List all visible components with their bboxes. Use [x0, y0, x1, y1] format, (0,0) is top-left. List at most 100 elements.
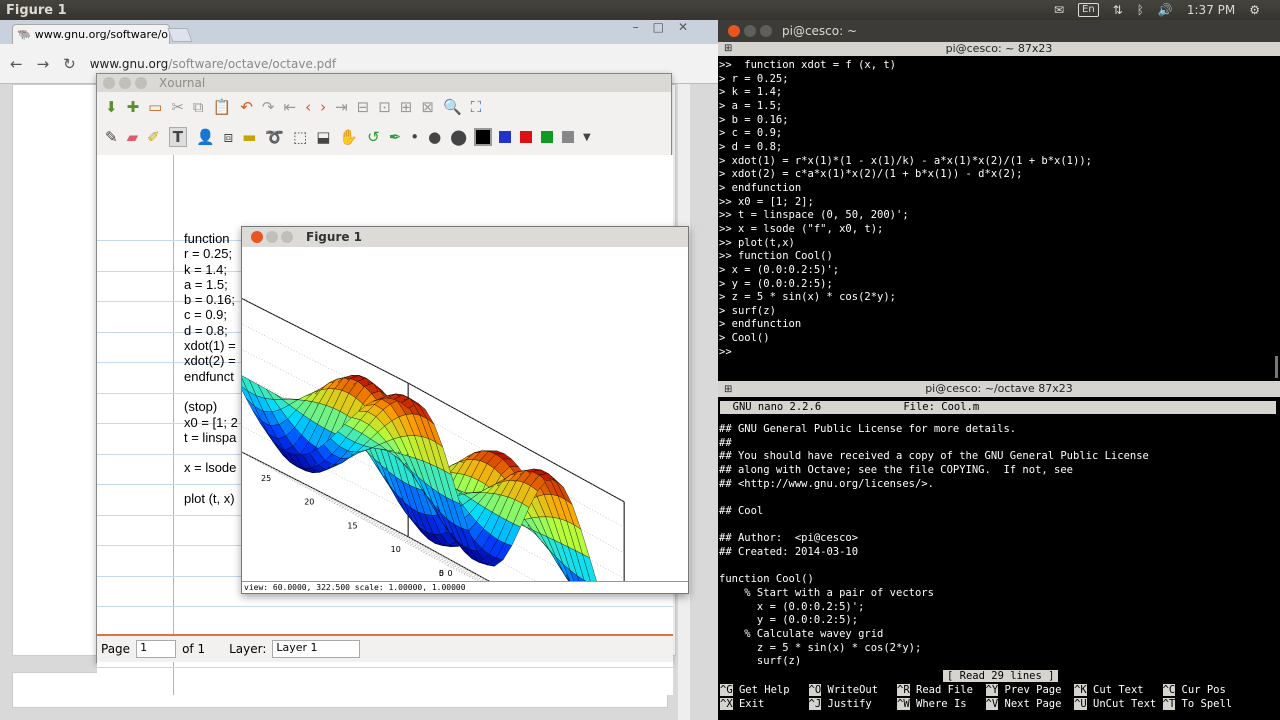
minimize-icon[interactable]: [119, 77, 131, 89]
next-page-icon[interactable]: ›: [320, 98, 326, 116]
maximize-icon[interactable]: [135, 77, 147, 89]
new-tab-button[interactable]: [167, 28, 193, 42]
shortcut-key[interactable]: ^J: [808, 697, 822, 710]
select-rect-icon[interactable]: ⬚: [293, 128, 307, 146]
reload-icon[interactable]: ↻: [63, 55, 76, 73]
zoom-reset-icon[interactable]: ⊠: [421, 98, 434, 116]
mail-icon[interactable]: ✉: [1054, 3, 1064, 17]
terminal-line: > b = 0.16;: [719, 113, 789, 126]
undo-icon[interactable]: ↶: [240, 98, 253, 116]
color-red[interactable]: [520, 131, 533, 143]
shortcut-key[interactable]: ^X: [720, 697, 733, 710]
lasso-icon[interactable]: ➰: [265, 128, 284, 146]
eraser-icon[interactable]: ▰: [127, 128, 139, 146]
xournal-title: Xournal: [159, 76, 206, 90]
shortcut-label: Cut Text: [1086, 684, 1163, 696]
terminal-line: ## You should have received a copy of th…: [719, 450, 1149, 463]
grid-line: [242, 298, 409, 384]
maximize-icon[interactable]: [281, 231, 293, 243]
color-gray[interactable]: [562, 131, 575, 143]
shortcut-key[interactable]: ^K: [1074, 684, 1087, 696]
text-tool-icon[interactable]: T: [168, 127, 187, 147]
zoom-fit-icon[interactable]: ⊡: [378, 98, 391, 116]
default-tool-icon[interactable]: ↺: [367, 128, 380, 146]
shortcut-key[interactable]: ^O: [808, 684, 822, 696]
shortcut-key[interactable]: ^V: [985, 697, 999, 710]
shortcut-key[interactable]: ^G: [720, 684, 733, 696]
shortcut-key[interactable]: ^W: [897, 697, 910, 710]
pen-icon[interactable]: ✎: [105, 128, 118, 146]
terminal-scrollbar[interactable]: [1275, 356, 1278, 378]
minimize-icon[interactable]: [744, 25, 756, 37]
address-bar[interactable]: www.gnu.org/software/octave/octave.pdf: [90, 57, 336, 71]
layer-select[interactable]: Layer 1: [272, 640, 361, 658]
minimize-icon[interactable]: [266, 231, 278, 243]
color-black[interactable]: [474, 128, 493, 146]
close-icon[interactable]: [251, 231, 263, 243]
keyboard-indicator[interactable]: En: [1078, 3, 1099, 17]
shortcut-key[interactable]: ^C: [1162, 684, 1176, 696]
last-page-icon[interactable]: ⇥: [335, 98, 348, 116]
zoom-out-icon[interactable]: ⊟: [357, 98, 370, 116]
redo-icon[interactable]: ↷: [262, 98, 275, 116]
note-line: b = 0.16;: [184, 292, 235, 308]
terminal-line: >> plot(t,x): [719, 236, 795, 249]
thick-dot-icon[interactable]: ⬤: [450, 128, 467, 146]
open-icon[interactable]: ▭: [148, 98, 162, 116]
shortcut-key[interactable]: ^T: [1162, 697, 1176, 710]
shortcut-label: UnCut Text: [1086, 697, 1163, 710]
figure-titlebar: Figure 1: [242, 227, 688, 247]
medium-dot-icon[interactable]: ●: [428, 128, 441, 146]
minimize-icon[interactable]: –: [633, 20, 639, 34]
color-blue[interactable]: [499, 131, 512, 143]
terminal-output[interactable]: >> function xdot = f (x, t) > r = 0.25; > …: [718, 56, 1280, 359]
color-green[interactable]: [541, 131, 554, 143]
cut-icon[interactable]: ✂: [171, 98, 184, 116]
clock[interactable]: 1:37 PM: [1187, 3, 1235, 17]
close-icon[interactable]: [728, 25, 740, 37]
back-icon[interactable]: ←: [10, 55, 23, 73]
terminal-line: y = (0.0:0.2:5);: [719, 614, 859, 627]
shape-icon[interactable]: ⧈: [224, 128, 234, 146]
gear-icon[interactable]: ⚙: [1249, 3, 1260, 17]
first-page-icon[interactable]: ⇤: [283, 98, 296, 116]
default-pen-icon[interactable]: ✒: [389, 128, 402, 146]
new-page-icon[interactable]: ✚: [127, 98, 140, 116]
shortcut-key[interactable]: ^Y: [985, 684, 999, 696]
thin-dot-icon[interactable]: •: [410, 128, 419, 146]
note-line: [184, 445, 238, 460]
fullscreen-icon[interactable]: ⛶: [471, 98, 482, 116]
hand-icon[interactable]: ✋: [339, 128, 358, 146]
highlighter-icon[interactable]: ✐: [147, 128, 160, 146]
prev-page-icon[interactable]: ‹: [305, 98, 311, 116]
maximize-icon[interactable]: [760, 25, 772, 37]
zoom-in-icon[interactable]: ⊞: [400, 98, 413, 116]
note-line: xdot(1) =: [184, 338, 236, 354]
terminal-line: ## Cool: [719, 504, 764, 517]
nano-buffer[interactable]: ## GNU General Public License for more d…: [718, 420, 1280, 669]
vspace-icon[interactable]: ⬓: [316, 128, 330, 146]
chevron-down-icon[interactable]: ▼: [583, 132, 591, 143]
browser-tab[interactable]: 🐃 www.gnu.org/software/o ×: [12, 24, 170, 44]
terminal-line: x = (0.0:0.2:5)';: [719, 600, 865, 613]
surface-plot[interactable]: 6420-2-4-6051015202530302520151050: [242, 247, 688, 581]
forward-icon[interactable]: →: [37, 55, 50, 73]
copy-icon[interactable]: ⧉: [193, 98, 204, 116]
search-icon[interactable]: 🔍: [443, 98, 462, 116]
shortcut-key[interactable]: ^U: [1074, 697, 1087, 710]
shortcut-key[interactable]: ^R: [897, 684, 910, 696]
volume-icon[interactable]: 🔊: [1158, 3, 1173, 17]
network-icon[interactable]: ⇅: [1113, 3, 1123, 17]
paste-icon[interactable]: 📋: [213, 98, 232, 116]
image-tool-icon[interactable]: 👤: [196, 128, 215, 146]
page-spinner[interactable]: 1: [136, 640, 177, 658]
terminal-tab[interactable]: ⊞ pi@cesco: ~ 87x23: [718, 42, 1280, 56]
close-icon[interactable]: [103, 77, 115, 89]
bluetooth-icon[interactable]: ᛒ: [1137, 3, 1144, 17]
ruler-icon[interactable]: ▬: [242, 128, 256, 146]
close-icon[interactable]: ✕: [678, 20, 688, 34]
terminal-tab[interactable]: ⊞ pi@cesco: ~/octave 87x23: [718, 381, 1280, 397]
save-icon[interactable]: ⬇: [105, 98, 118, 116]
maximize-icon[interactable]: □: [653, 20, 664, 34]
